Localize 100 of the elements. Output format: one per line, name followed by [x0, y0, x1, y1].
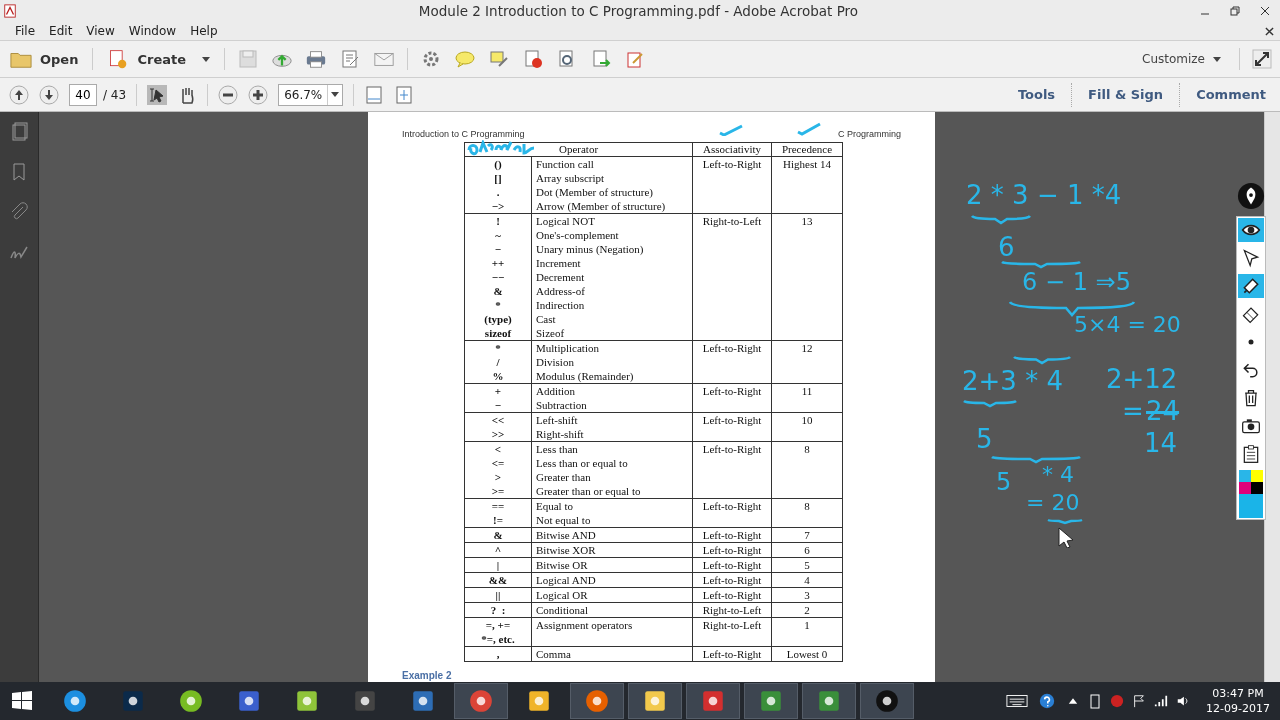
customize-button[interactable]: Customize: [1136, 51, 1227, 67]
pane-tab[interactable]: Tools: [1011, 87, 1062, 102]
menu-item[interactable]: View: [79, 24, 122, 38]
start-icon[interactable]: [10, 689, 34, 713]
edit-document-icon[interactable]: [339, 49, 361, 69]
close-icon[interactable]: [1265, 26, 1274, 36]
operator-cell: ~: [495, 228, 501, 242]
associativity-cell: Left-to-Right: [702, 413, 762, 427]
pane-tab[interactable]: Fill & Sign: [1082, 87, 1170, 102]
close-icon[interactable]: [1260, 6, 1270, 16]
description-cell-text: Addition: [536, 384, 577, 398]
operator-cell: ^: [494, 543, 502, 557]
description-cell-text: Subtraction: [536, 398, 588, 412]
menu-item[interactable]: Help: [183, 24, 225, 38]
acrobat-icon: [3, 4, 17, 18]
print-icon[interactable]: [305, 49, 327, 69]
description-cell-text: Equal to: [536, 499, 574, 513]
operator-cell: −>: [491, 199, 505, 213]
operator-cell: %: [492, 369, 504, 383]
delete-document-icon[interactable]: [522, 49, 544, 69]
precedence-cell: Highest 14: [783, 157, 831, 171]
document-export-icon[interactable]: [590, 49, 612, 69]
operator-cell: .: [496, 185, 500, 199]
description-cell-text: Less than or equal to: [536, 456, 629, 470]
document-edit-icon[interactable]: [624, 49, 646, 69]
associativity-cell: Left-to-Right: [702, 573, 762, 587]
next-page-icon[interactable]: [39, 84, 59, 105]
menu-item[interactable]: Window: [121, 24, 184, 38]
scrollbar[interactable]: [1264, 112, 1280, 682]
operator-cell: []: [494, 171, 502, 185]
associativity-cell: Left-to-Right: [702, 558, 762, 572]
description-cell-text: Conditional: [536, 603, 589, 617]
create-button[interactable]: Create: [105, 49, 212, 69]
associativity-cell: Left-to-Right: [702, 647, 762, 661]
operator-cell: *: [495, 341, 501, 355]
operator-cell: &: [493, 528, 503, 542]
check-mark-icon: [718, 124, 744, 136]
description-cell-text: Bitwise AND: [536, 528, 597, 542]
page-number-field[interactable]: 40: [69, 83, 97, 106]
antivirus-icon[interactable]: [1110, 693, 1125, 709]
pen-logo-icon[interactable]: [1237, 182, 1265, 210]
description-cell-text: Right-shift: [536, 427, 585, 441]
associativity-cell: Left-to-Right: [702, 157, 762, 171]
highlighter-tool[interactable]: [1238, 274, 1264, 298]
description-cell-text: Logical AND: [536, 573, 597, 587]
restore-icon[interactable]: [1230, 6, 1240, 16]
keyboard-icon[interactable]: [1006, 693, 1029, 709]
pane-tab[interactable]: Comment: [1190, 87, 1272, 102]
clipboard-icon: [1241, 444, 1261, 464]
handwritten-text: 5: [976, 426, 993, 452]
pages-icon[interactable]: [9, 122, 29, 142]
description-cell-text: Unary minus (Negation): [536, 242, 645, 256]
handwritten-text: * 4: [1042, 464, 1074, 486]
operator-cell: (): [494, 157, 502, 171]
operator-cell: −−: [491, 270, 505, 284]
description-cell-text: Not equal to: [536, 513, 592, 527]
select-tool-icon[interactable]: [147, 84, 168, 105]
clock-date: 12-09-2017: [1206, 701, 1270, 716]
associativity-cell: Left-to-Right: [702, 499, 762, 513]
camera-icon: [1241, 416, 1261, 436]
associativity-cell: Left-to-Right: [702, 528, 762, 542]
precedence-cell: 11: [801, 384, 813, 398]
handwritten-text: 6 − 1 ⇒5: [1022, 270, 1131, 294]
zoom-out-icon[interactable]: [218, 84, 239, 105]
open-button[interactable]: Open: [8, 49, 81, 69]
description-cell-text: Cast: [536, 312, 557, 326]
zoom-dropdown[interactable]: 66.7%: [278, 83, 344, 106]
description-cell-text: Less than: [536, 442, 579, 456]
description-cell-text: Dot (Member of structure): [536, 185, 654, 199]
precedence-cell: 7: [804, 528, 810, 542]
signal-icon: [1154, 693, 1169, 709]
paperclip-icon[interactable]: [9, 202, 29, 222]
operator-cell: *=, etc.: [481, 632, 515, 646]
menu-item[interactable]: Edit: [42, 24, 80, 38]
eye-tool[interactable]: [1238, 218, 1264, 242]
description-cell-text: Comma: [536, 647, 572, 661]
description-cell-text: Bitwise OR: [536, 558, 589, 572]
operator-cell: !=: [493, 513, 503, 527]
description-cell-text: Increment: [536, 256, 582, 270]
previous-page-icon[interactable]: [9, 84, 29, 105]
associativity-cell: Left-to-Right: [702, 341, 762, 355]
zoom-in-icon[interactable]: [248, 84, 269, 105]
brace-drawing: [962, 397, 1018, 409]
operator-cell: >=: [491, 484, 505, 498]
flag-icon[interactable]: [1132, 693, 1147, 709]
description-cell-text: Logical OR: [536, 588, 589, 602]
description-cell-text: Modulus (Remainder): [536, 369, 635, 383]
operator-cell: ? :: [490, 603, 506, 617]
fullscreen-icon[interactable]: [1252, 49, 1272, 69]
palette-tool[interactable]: [1238, 470, 1264, 518]
description-cell-text: Function call: [536, 157, 595, 171]
menu-item[interactable]: File: [8, 24, 43, 38]
handwritten-text: =: [1122, 398, 1144, 424]
text-highlight-icon[interactable]: [488, 49, 510, 69]
cursor-icon: [1056, 526, 1076, 548]
clock-time: 03:47 PM: [1212, 686, 1264, 701]
column-header: Associativity: [693, 143, 772, 156]
associativity-cell: Right-to-Left: [702, 603, 762, 617]
description-cell-text: Division: [536, 355, 575, 369]
operator-cell: &&: [488, 573, 508, 587]
